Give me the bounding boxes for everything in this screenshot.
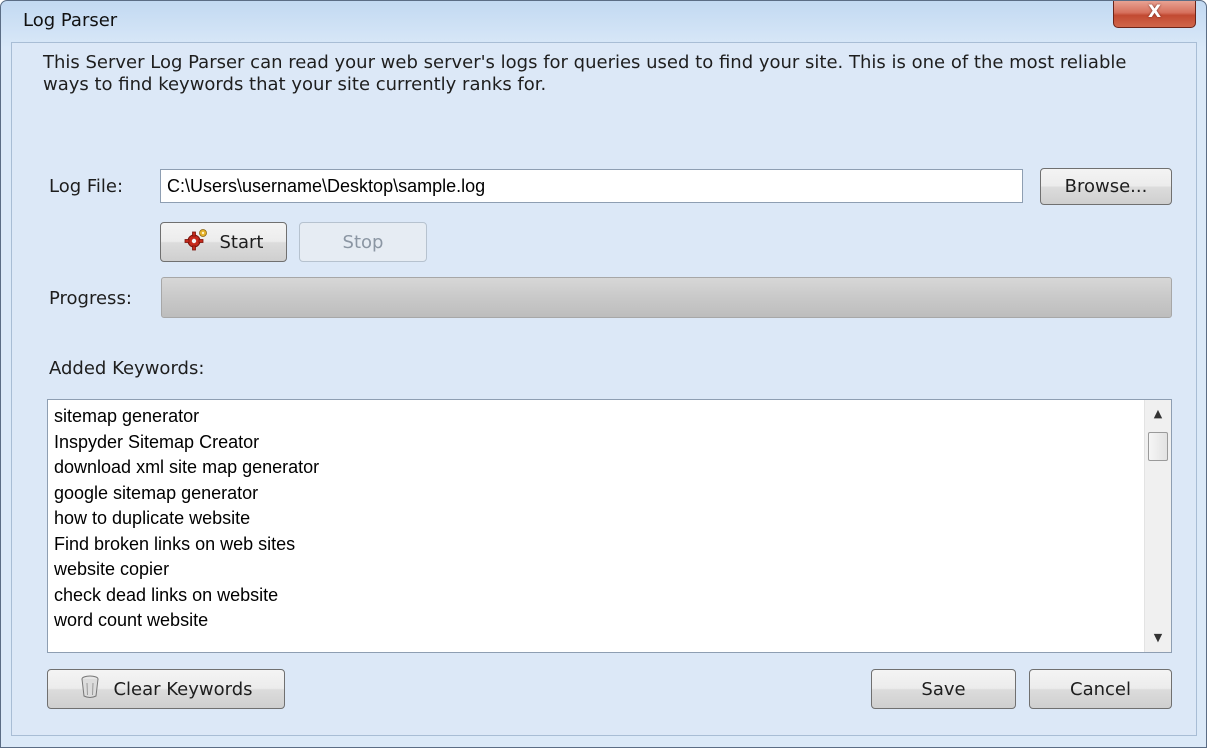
- start-button-label: Start: [219, 231, 264, 253]
- scroll-thumb[interactable]: [1148, 432, 1168, 461]
- gear-icon: [184, 228, 208, 257]
- start-button[interactable]: Start: [160, 222, 287, 262]
- keyword-list-item[interactable]: google sitemap generator: [54, 481, 319, 507]
- stop-button[interactable]: Stop: [299, 222, 427, 262]
- cancel-button[interactable]: Cancel: [1029, 669, 1172, 709]
- keyword-list-item[interactable]: website copier: [54, 557, 319, 583]
- browse-button-label: Browse...: [1064, 176, 1148, 197]
- scroll-up-icon[interactable]: ▲: [1145, 402, 1171, 426]
- keyword-list-item[interactable]: word count website: [54, 608, 319, 634]
- title-bar[interactable]: Log Parser X: [1, 1, 1206, 41]
- log-file-label: Log File:: [49, 176, 124, 197]
- trash-icon: [79, 675, 101, 704]
- description-text: This Server Log Parser can read your web…: [43, 52, 1127, 95]
- added-keywords-label: Added Keywords:: [49, 358, 205, 379]
- close-icon: X: [1147, 2, 1162, 22]
- save-button-label: Save: [921, 678, 966, 700]
- window-title: Log Parser: [23, 10, 118, 31]
- log-parser-window: Log Parser X This Server Log Parser can …: [0, 0, 1207, 748]
- cancel-button-label: Cancel: [1070, 678, 1131, 700]
- progress-bar: [161, 277, 1172, 318]
- progress-label: Progress:: [49, 288, 132, 309]
- save-button[interactable]: Save: [871, 669, 1016, 709]
- scroll-down-icon[interactable]: ▼: [1145, 626, 1171, 650]
- keyword-list-item[interactable]: check dead links on website: [54, 583, 319, 609]
- keyword-list-item[interactable]: sitemap generator: [54, 404, 319, 430]
- vertical-scrollbar[interactable]: ▲ ▼: [1144, 400, 1171, 652]
- clear-keywords-button[interactable]: Clear Keywords: [47, 669, 285, 709]
- browse-button[interactable]: Browse...: [1040, 168, 1172, 205]
- keyword-list-item[interactable]: Find broken links on web sites: [54, 532, 319, 558]
- keyword-list-item[interactable]: Inspyder Sitemap Creator: [54, 430, 319, 456]
- close-button[interactable]: X: [1113, 1, 1196, 28]
- keywords-list[interactable]: sitemap generator Inspyder Sitemap Creato…: [47, 399, 1172, 653]
- stop-button-label: Stop: [342, 231, 384, 253]
- keywords-list-items: sitemap generator Inspyder Sitemap Creato…: [54, 404, 319, 634]
- log-file-input[interactable]: [160, 169, 1023, 203]
- clear-keywords-label: Clear Keywords: [113, 678, 253, 700]
- keyword-list-item[interactable]: download xml site map generator: [54, 455, 319, 481]
- keyword-list-item[interactable]: how to duplicate website: [54, 506, 319, 532]
